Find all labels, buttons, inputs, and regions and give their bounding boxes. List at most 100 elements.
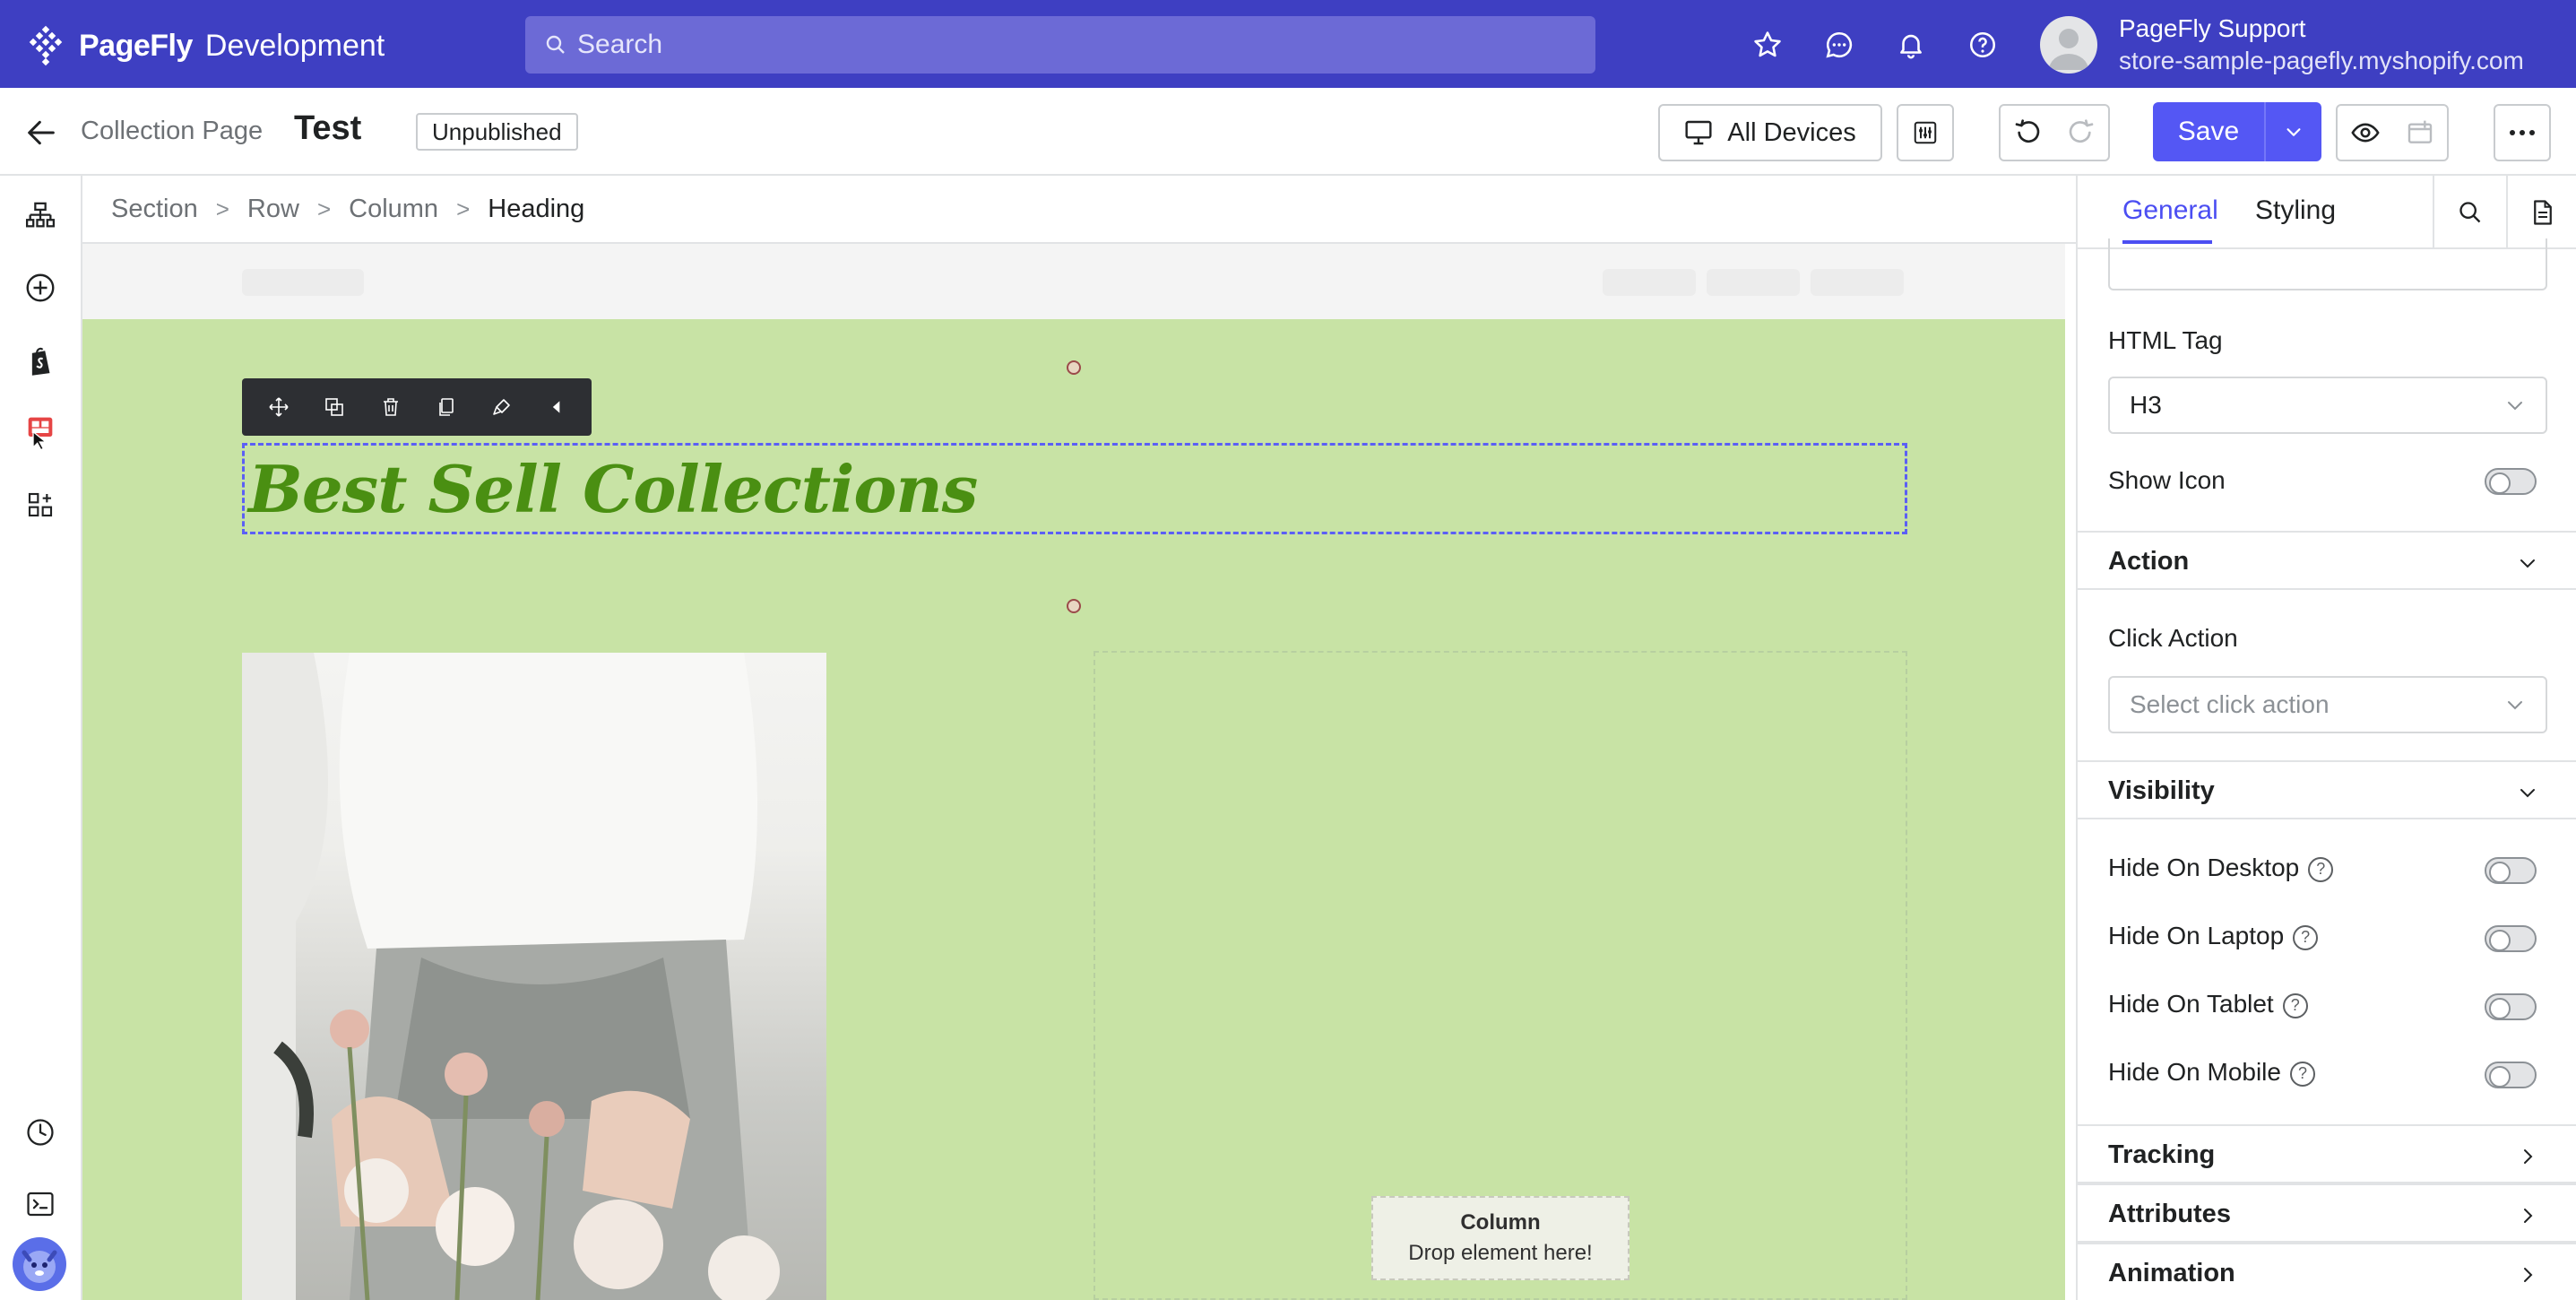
help-icon[interactable] bbox=[1965, 27, 2001, 63]
logo[interactable]: PageFly Development bbox=[25, 25, 385, 66]
duplicate-icon[interactable] bbox=[324, 396, 345, 418]
click-action-select[interactable]: Select click action bbox=[2108, 676, 2547, 733]
breadcrumb-section[interactable]: Section bbox=[111, 195, 198, 224]
page-section[interactable]: Best Sell Collections Column Drop elemen… bbox=[82, 319, 2065, 1300]
action-section-title: Action bbox=[2108, 547, 2190, 576]
settings-button[interactable] bbox=[1897, 104, 1954, 161]
mascot-avatar[interactable] bbox=[11, 1235, 68, 1293]
move-icon[interactable] bbox=[268, 396, 290, 418]
collapse-left-icon[interactable] bbox=[548, 398, 566, 416]
html-tag-value: H3 bbox=[2130, 391, 2162, 419]
header-skeleton bbox=[1707, 269, 1800, 296]
attributes-section-header[interactable]: Attributes bbox=[2078, 1183, 2576, 1243]
more-horizontal-icon bbox=[2510, 130, 2535, 135]
chat-icon[interactable] bbox=[1821, 27, 1857, 63]
breadcrumb-separator: > bbox=[456, 195, 471, 222]
breadcrumb-column[interactable]: Column bbox=[349, 195, 438, 224]
collection-image[interactable] bbox=[242, 653, 826, 1300]
hide-mobile-text: Hide On Mobile bbox=[2108, 1058, 2281, 1086]
add-element-icon[interactable] bbox=[22, 269, 59, 307]
save-button[interactable]: Save bbox=[2153, 102, 2321, 161]
back-button[interactable] bbox=[23, 115, 59, 151]
question-icon[interactable]: ? bbox=[2282, 992, 2308, 1018]
layers-icon[interactable] bbox=[22, 197, 59, 235]
monitor-icon bbox=[1685, 120, 1712, 145]
drop-zone-hint[interactable]: Column Drop element here! bbox=[1371, 1196, 1629, 1280]
page-title[interactable]: Test bbox=[294, 109, 361, 148]
heading-text[interactable]: Best Sell Collections bbox=[248, 451, 978, 527]
animation-section-header[interactable]: Animation bbox=[2078, 1243, 2576, 1300]
spacing-handle[interactable] bbox=[1067, 360, 1081, 375]
html-tag-select[interactable]: H3 bbox=[2108, 377, 2547, 434]
text-field[interactable] bbox=[2108, 238, 2547, 290]
brand-name: PageFly bbox=[79, 28, 193, 63]
hide-tablet-label: Hide On Tablet? bbox=[2108, 990, 2308, 1018]
hide-laptop-toggle[interactable] bbox=[2485, 925, 2537, 952]
tracking-section-title: Tracking bbox=[2108, 1140, 2216, 1169]
search-placeholder: Search bbox=[577, 30, 663, 59]
shopify-icon[interactable] bbox=[22, 342, 59, 380]
star-icon[interactable] bbox=[1750, 27, 1785, 63]
redo-icon[interactable] bbox=[2067, 118, 2096, 147]
history-icon[interactable] bbox=[22, 1114, 59, 1151]
question-icon[interactable]: ? bbox=[2293, 924, 2319, 950]
tab-general[interactable]: General bbox=[2122, 195, 2218, 226]
terminal-icon[interactable] bbox=[22, 1185, 59, 1223]
status-badge: Unpublished bbox=[416, 113, 578, 151]
page-type: Collection Page bbox=[81, 117, 264, 145]
editor-canvas[interactable]: Best Sell Collections Column Drop elemen… bbox=[82, 244, 2065, 1300]
left-rail bbox=[0, 176, 82, 1300]
tab-styling[interactable]: Styling bbox=[2255, 195, 2336, 226]
eye-icon[interactable] bbox=[2350, 117, 2381, 148]
visibility-section-header[interactable]: Visibility bbox=[2078, 760, 2576, 819]
drop-hint-subtitle: Drop element here! bbox=[1408, 1241, 1593, 1265]
document-icon bbox=[2534, 200, 2552, 225]
element-toolbar bbox=[242, 378, 592, 436]
apps-icon[interactable] bbox=[22, 486, 59, 524]
drop-hint-title: Column bbox=[1460, 1210, 1541, 1235]
undo-icon[interactable] bbox=[2013, 118, 2042, 147]
brand-suffix: Development bbox=[204, 28, 385, 63]
breadcrumb-row[interactable]: Row bbox=[247, 195, 299, 224]
show-icon-toggle[interactable] bbox=[2485, 468, 2537, 495]
tracking-section-header[interactable]: Tracking bbox=[2078, 1124, 2576, 1183]
top-bar: PageFly Development Search PageFly Suppo… bbox=[0, 0, 2576, 88]
chevron-right-icon bbox=[2524, 1209, 2533, 1223]
user-name[interactable]: PageFly Support bbox=[2119, 14, 2306, 43]
user-store[interactable]: store-sample-pagefly.myshopify.com bbox=[2119, 47, 2524, 75]
chevron-down-icon bbox=[2508, 402, 2522, 411]
search-input[interactable]: Search bbox=[525, 16, 1595, 74]
breadcrumb-heading[interactable]: Heading bbox=[488, 195, 584, 224]
copy-icon[interactable] bbox=[436, 396, 457, 418]
sliders-icon bbox=[1914, 121, 1937, 144]
spacing-handle[interactable] bbox=[1067, 599, 1081, 613]
breadcrumb-separator: > bbox=[316, 195, 332, 222]
promo-icon[interactable] bbox=[22, 414, 59, 452]
hide-mobile-toggle[interactable] bbox=[2485, 1062, 2537, 1088]
chevron-down-icon bbox=[2508, 701, 2522, 710]
chevron-down-icon bbox=[2520, 789, 2535, 798]
heading-element[interactable]: Best Sell Collections bbox=[242, 443, 1907, 534]
hide-desktop-toggle[interactable] bbox=[2485, 857, 2537, 884]
avatar[interactable] bbox=[2040, 16, 2097, 74]
question-icon[interactable]: ? bbox=[2289, 1061, 2315, 1087]
save-options-button[interactable] bbox=[2266, 102, 2321, 161]
hide-tablet-toggle[interactable] bbox=[2485, 993, 2537, 1020]
question-icon[interactable]: ? bbox=[2308, 856, 2334, 882]
click-action-label: Click Action bbox=[2108, 624, 2238, 652]
publish-icon[interactable] bbox=[2406, 118, 2434, 147]
devices-button[interactable]: All Devices bbox=[1658, 104, 1882, 161]
inspector-panel: General Styling HTML Tag H3 Show Icon Ac… bbox=[2076, 176, 2576, 1300]
hide-mobile-label: Hide On Mobile? bbox=[2108, 1058, 2315, 1087]
arrow-left-icon bbox=[28, 120, 55, 145]
save-label: Save bbox=[2153, 102, 2266, 161]
search-icon bbox=[2459, 202, 2481, 223]
trash-icon[interactable] bbox=[380, 396, 402, 418]
hide-desktop-text: Hide On Desktop bbox=[2108, 854, 2300, 881]
action-section-header[interactable]: Action bbox=[2078, 531, 2576, 590]
style-brush-icon[interactable] bbox=[491, 396, 513, 418]
more-button[interactable] bbox=[2494, 104, 2551, 161]
breadcrumb: Section > Row > Column > Heading bbox=[82, 176, 2076, 244]
attributes-section-title: Attributes bbox=[2108, 1200, 2231, 1228]
bell-icon[interactable] bbox=[1893, 27, 1929, 63]
